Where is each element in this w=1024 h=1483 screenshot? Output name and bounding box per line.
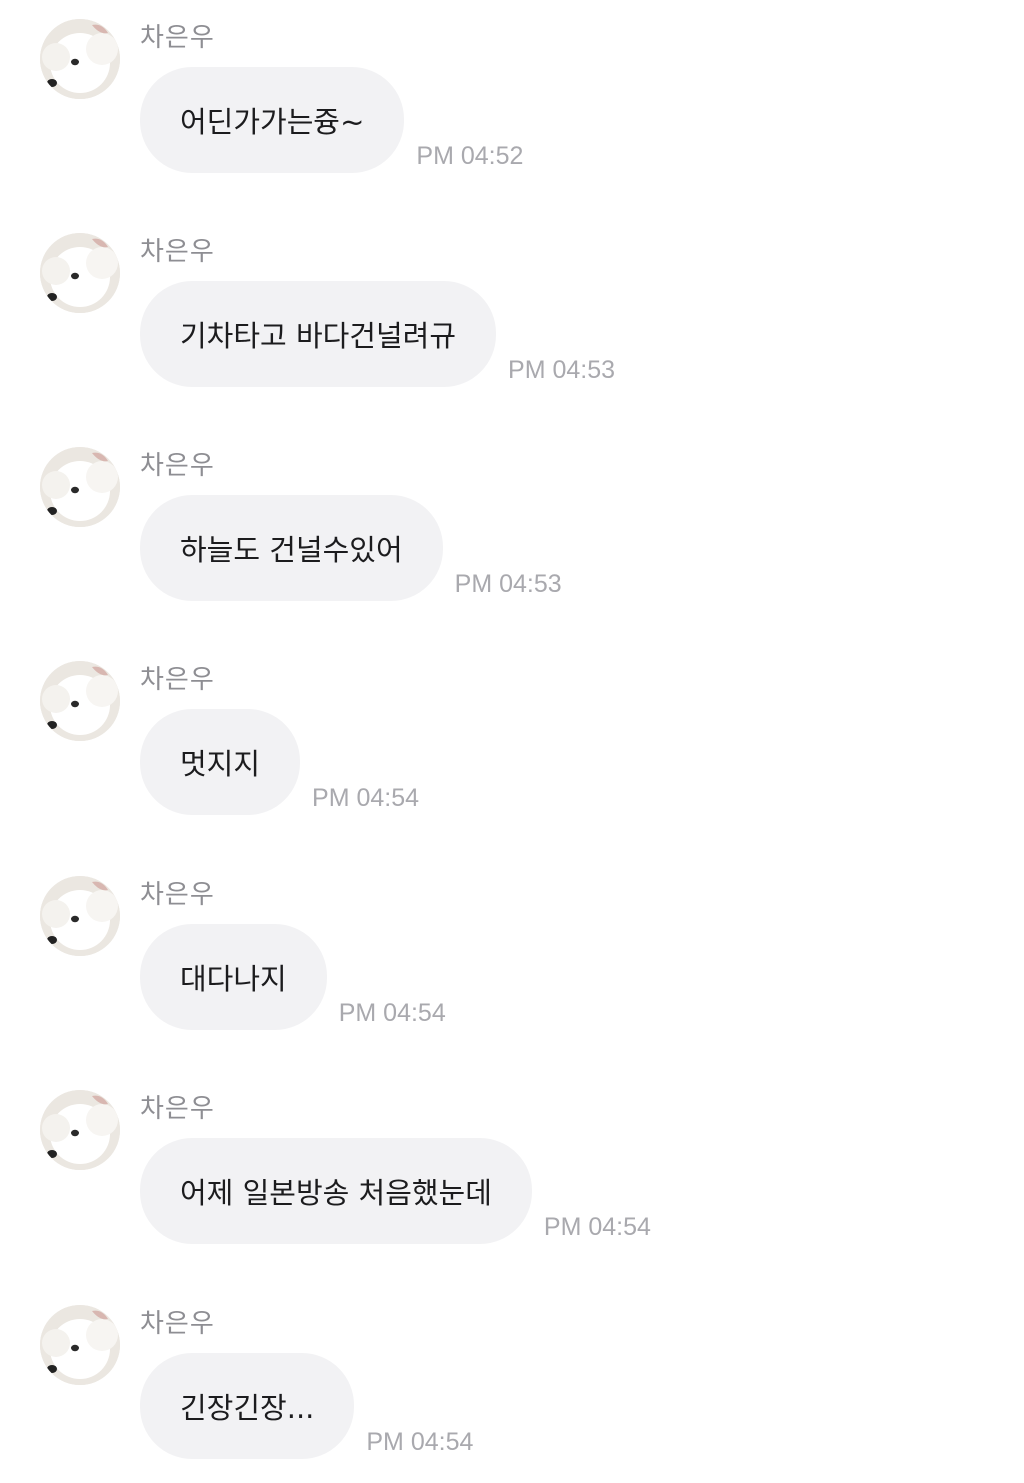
dog-avatar-icon	[40, 1305, 120, 1385]
message-item: 차은우 대다나지 PM 04:54	[0, 857, 1024, 1047]
message-bubble[interactable]: 긴장긴장...	[140, 1353, 355, 1459]
avatar[interactable]	[40, 876, 120, 956]
avatar[interactable]	[40, 447, 120, 527]
sender-name: 차은우	[140, 451, 215, 481]
message-bubble[interactable]: 하늘도 건널수있어	[140, 495, 443, 601]
avatar[interactable]	[40, 1090, 120, 1170]
dog-avatar-icon	[40, 447, 120, 527]
message-item: 차은우 어제 일본방송 처음했눈데 PM 04:54	[0, 1071, 1024, 1261]
message-bubble[interactable]: 어제 일본방송 처음했눈데	[140, 1138, 532, 1244]
message-bubble[interactable]: 어딘가가는즁~	[140, 67, 405, 173]
message-item: 차은우 긴장긴장... PM 04:54	[0, 1286, 1024, 1476]
dog-avatar-icon	[40, 19, 120, 99]
message-item: 차은우 하늘도 건널수있어 PM 04:53	[0, 428, 1024, 618]
sender-name: 차은우	[140, 23, 215, 53]
dog-avatar-icon	[40, 233, 120, 313]
message-timestamp: PM 04:54	[366, 1428, 474, 1456]
avatar[interactable]	[40, 19, 120, 99]
message-bubble[interactable]: 멋지지	[140, 709, 301, 815]
message-item: 차은우 멋지지 PM 04:54	[0, 642, 1024, 832]
message-timestamp: PM 04:54	[312, 784, 420, 812]
message-item: 차은우 어딘가가는즁~ PM 04:52	[0, 0, 1024, 190]
dog-avatar-icon	[40, 661, 120, 741]
dog-avatar-icon	[40, 1090, 120, 1170]
chat-message-list: 차은우 어딘가가는즁~ PM 04:52 차은우 기차타고 바다건널려규 PM …	[0, 0, 1024, 1483]
message-timestamp: PM 04:54	[543, 1213, 651, 1241]
avatar[interactable]	[40, 233, 120, 313]
sender-name: 차은우	[140, 1309, 215, 1339]
message-timestamp: PM 04:54	[338, 999, 446, 1027]
message-item: 차은우 기차타고 바다건널려규 PM 04:53	[0, 214, 1024, 404]
message-timestamp: PM 04:53	[454, 570, 562, 598]
dog-avatar-icon	[40, 876, 120, 956]
sender-name: 차은우	[140, 665, 215, 695]
message-timestamp: PM 04:53	[508, 356, 616, 384]
sender-name: 차은우	[140, 237, 215, 267]
message-bubble[interactable]: 기차타고 바다건널려규	[140, 281, 497, 387]
avatar[interactable]	[40, 1305, 120, 1385]
message-bubble[interactable]: 대다나지	[140, 924, 327, 1030]
sender-name: 차은우	[140, 1094, 215, 1124]
sender-name: 차은우	[140, 880, 215, 910]
message-timestamp: PM 04:52	[416, 142, 524, 170]
avatar[interactable]	[40, 661, 120, 741]
